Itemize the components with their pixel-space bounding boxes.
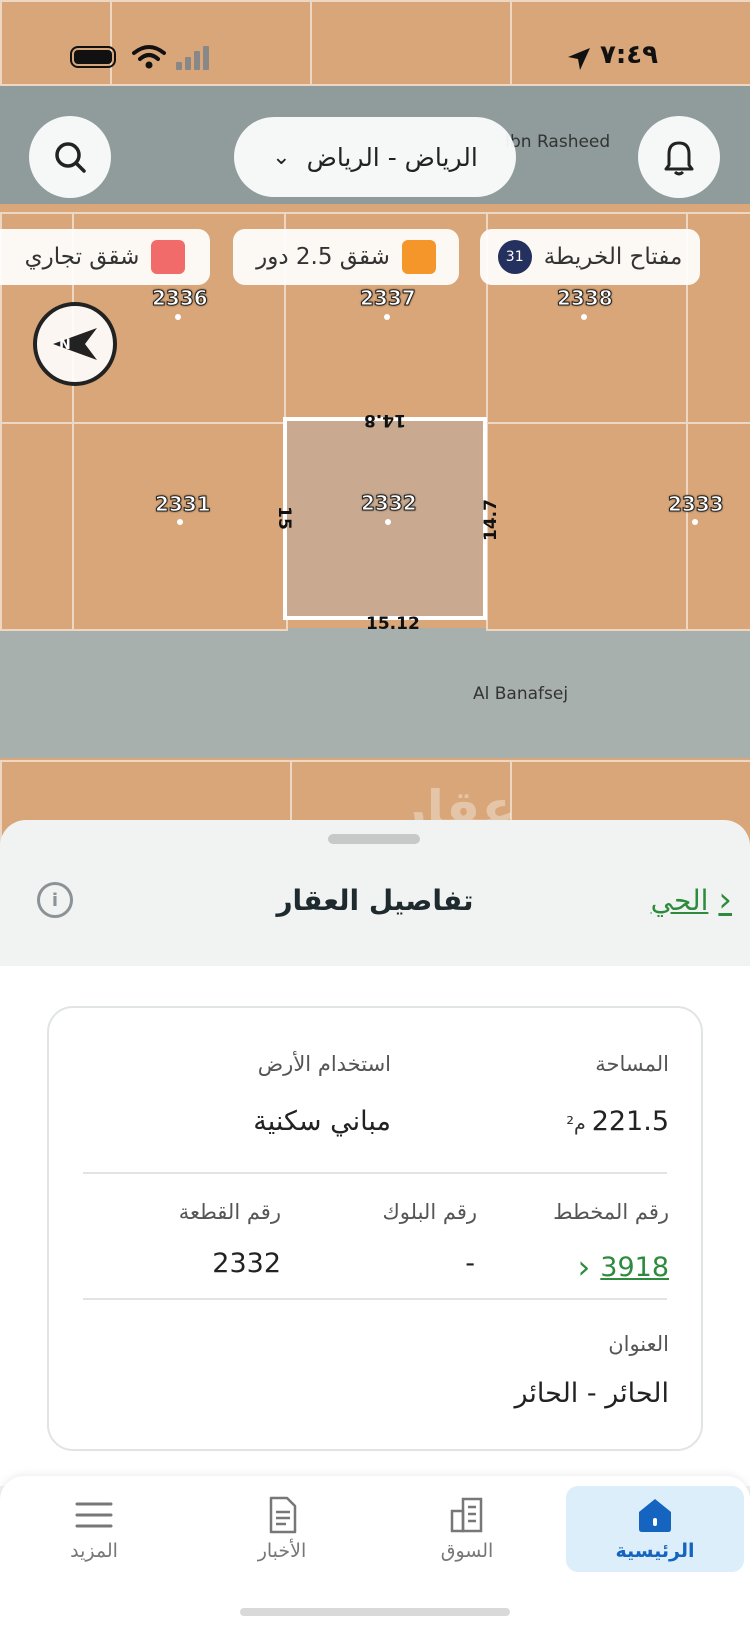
legend-map-key-label: مفتاح الخريطة — [543, 244, 683, 270]
divider — [83, 1172, 667, 1174]
wifi-icon — [132, 45, 166, 69]
area-label: المساحة — [595, 1052, 669, 1076]
area-value: 221.5 — [591, 1106, 669, 1137]
plot-marker — [384, 314, 390, 320]
home-icon — [639, 1499, 671, 1532]
plot-number: 2332 — [361, 491, 418, 516]
neighborhood-link[interactable]: الحي › — [651, 880, 732, 920]
street-name-bottom: Al Banafsej — [473, 684, 569, 704]
tab-market-label: السوق — [440, 1540, 494, 1562]
plot-number: 2333 — [668, 492, 725, 517]
plan-number-link[interactable]: 3918 ‹ — [577, 1248, 669, 1286]
legend-item-apartments[interactable]: شقق 2.5 دور — [233, 229, 459, 285]
signal-icon — [176, 46, 209, 70]
plot-number-value: 2332 — [212, 1248, 281, 1279]
home-indicator[interactable] — [240, 1608, 510, 1616]
plot-number: 2331 — [155, 492, 212, 517]
address-label: العنوان — [608, 1332, 669, 1356]
plot-number-label: رقم القطعة — [178, 1200, 281, 1224]
block-number-label: رقم البلوك — [382, 1200, 477, 1224]
bell-icon — [664, 141, 694, 176]
dimension-left: 15 — [273, 506, 294, 530]
plot-marker — [177, 519, 183, 525]
property-details-card: المساحة م² 221.5 استخدام الأرض مباني سكن… — [47, 1006, 703, 1451]
divider — [83, 1298, 667, 1300]
tab-news-label: الأخبار — [257, 1540, 307, 1562]
compass-icon: N — [53, 328, 97, 360]
document-icon — [269, 1496, 297, 1534]
battery-icon — [70, 46, 116, 68]
tab-home[interactable]: الرئيسية — [566, 1486, 744, 1572]
bottom-tab-bar: الرئيسية السوق الأخبار المزيد — [0, 1476, 750, 1630]
land-use-label: استخدام الأرض — [257, 1052, 391, 1076]
status-time: ٧:٤٩ — [600, 40, 659, 70]
location-arrow-icon — [568, 48, 590, 70]
plot-marker — [385, 519, 391, 525]
plan-number-value: 3918 — [600, 1251, 669, 1283]
street-name-top: Ibn Rasheed — [505, 132, 611, 152]
chevron-down-icon: ⌄ — [272, 144, 291, 170]
svg-text:N: N — [59, 337, 71, 353]
tab-more[interactable]: المزيد — [19, 1486, 169, 1572]
buildings-icon — [450, 1497, 483, 1533]
search-button[interactable] — [29, 116, 111, 198]
legend-item-commercial[interactable]: شقق تجاري — [0, 229, 210, 285]
area-field: م² 221.5 — [566, 1106, 669, 1137]
block-number-value: - — [465, 1248, 475, 1279]
tab-market[interactable]: السوق — [392, 1486, 542, 1572]
legend-swatch-red — [151, 240, 186, 274]
address-value: الحائر - الحائر — [514, 1378, 670, 1409]
road-bottom — [0, 628, 750, 758]
parcel — [486, 422, 690, 631]
parcel — [0, 422, 76, 631]
dimension-right: 14.7 — [480, 499, 501, 541]
tab-more-label: المزيد — [70, 1540, 118, 1562]
parcel — [72, 422, 288, 631]
parcel — [686, 422, 750, 631]
legend-item-label: شقق تجاري — [24, 244, 140, 270]
legend-item-label: شقق 2.5 دور — [256, 244, 390, 270]
notifications-button[interactable] — [638, 116, 720, 198]
sheet-drag-handle[interactable] — [328, 834, 420, 844]
neighborhood-link-label: الحي — [650, 883, 709, 917]
plot-number: 2337 — [360, 286, 417, 311]
dimension-bottom: 15.12 — [366, 614, 420, 634]
city-selector-label: الرياض - الرياض — [306, 142, 478, 172]
legend-swatch-orange — [401, 240, 436, 274]
city-selector[interactable]: ⌄ الرياض - الرياض — [234, 117, 516, 197]
chevron-left-icon: ‹ — [577, 1248, 591, 1286]
plot-marker — [692, 519, 698, 525]
dimension-top: 14.8 — [364, 410, 406, 430]
map-view[interactable]: 2336 2337 2338 2331 2332 2333 14.8 15.12… — [0, 0, 750, 860]
search-icon — [55, 142, 86, 173]
menu-icon — [75, 1502, 113, 1528]
land-use-value: مباني سكنية — [253, 1106, 391, 1137]
area-unit: م² — [566, 1113, 586, 1135]
status-bar: ٧:٤٩ — [0, 40, 750, 80]
legend-count-badge: 31 — [497, 240, 532, 274]
compass-button[interactable]: N — [33, 302, 117, 386]
sheet-header: i تفاصيل العقار الحي › — [0, 862, 750, 942]
plot-marker — [175, 314, 181, 320]
legend-map-key[interactable]: مفتاح الخريطة 31 — [480, 229, 700, 285]
selected-parcel[interactable] — [283, 417, 487, 620]
plot-number: 2336 — [152, 286, 209, 311]
plot-marker — [581, 314, 587, 320]
tab-news[interactable]: الأخبار — [207, 1486, 357, 1572]
plot-number: 2338 — [557, 286, 614, 311]
plan-number-label: رقم المخطط — [553, 1200, 669, 1224]
sheet-title: تفاصيل العقار — [276, 884, 474, 917]
chevron-right-icon: › — [718, 880, 732, 920]
tab-home-label: الرئيسية — [615, 1540, 695, 1562]
